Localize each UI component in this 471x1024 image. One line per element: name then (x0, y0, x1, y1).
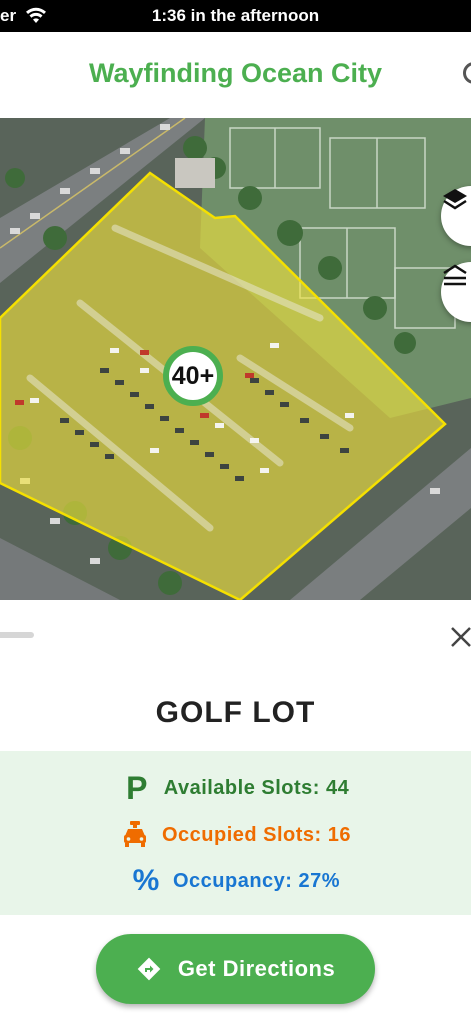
satellite-map (0, 118, 471, 600)
available-slots-text: Available Slots: 44 (163, 776, 350, 799)
occupancy-text: Occupancy: 27% (172, 869, 341, 892)
get-directions-label: Get Directions (177, 956, 336, 981)
occupied-slots-row: Occupied Slots: 16 (0, 818, 471, 852)
app-header: Wayfinding Ocean City (0, 32, 471, 118)
car-icon (123, 821, 146, 847)
sheet-drag-handle[interactable] (0, 632, 34, 638)
map-view[interactable]: 40+ (0, 118, 471, 600)
close-icon[interactable] (448, 624, 471, 650)
get-directions-button[interactable]: Get Directions (96, 934, 375, 1004)
status-time: 1:36 in the afternoon (151, 6, 320, 25)
floors-icon (443, 264, 467, 286)
lot-stats-panel: P Available Slots: 44 Occupied Slots: 16… (0, 751, 471, 915)
lot-name: GOLF LOT (155, 696, 316, 729)
percent-icon: % (132, 864, 160, 897)
lot-details-sheet: GOLF LOT P Available Slots: 44 Occupied … (0, 600, 471, 1024)
occupancy-row: % Occupancy: 27% (0, 864, 471, 898)
status-bar: er 1:36 in the afternoon (0, 0, 471, 32)
app-title: Wayfinding Ocean City (88, 58, 383, 88)
lot-count-badge[interactable]: 40+ (163, 346, 223, 406)
parking-icon: P (126, 769, 148, 806)
occupied-slots-text: Occupied Slots: 16 (161, 823, 352, 846)
available-slots-row: P Available Slots: 44 (0, 769, 471, 806)
layers-icon (443, 189, 467, 210)
directions-icon (137, 957, 161, 981)
